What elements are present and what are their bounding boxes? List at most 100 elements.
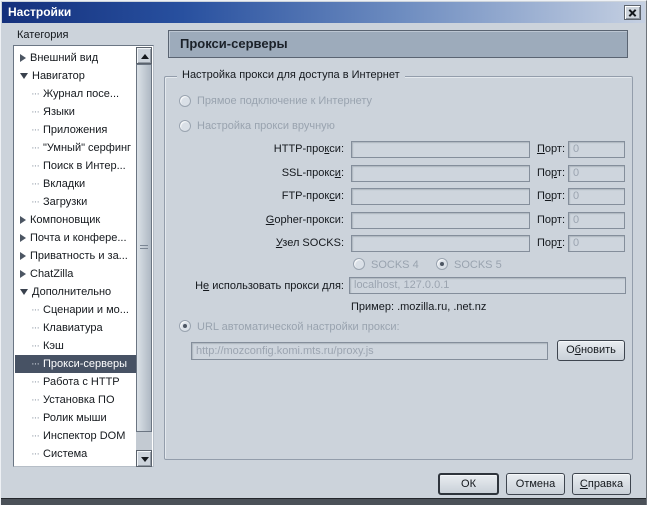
close-icon xyxy=(628,12,637,13)
tree-item[interactable]: Клавиатура xyxy=(15,319,137,337)
scroll-up-button[interactable] xyxy=(136,47,152,64)
tree-item-label: Навигатор xyxy=(32,70,85,82)
twisty-collapsed-icon[interactable] xyxy=(20,270,26,278)
tree-item[interactable]: Вкладки xyxy=(15,175,137,193)
close-button[interactable] xyxy=(624,5,641,20)
category-tree[interactable]: Внешний вид Навигатор Журнал посе... Языки П… xyxy=(13,45,154,467)
scrollbar-thumb[interactable] xyxy=(136,64,152,432)
proxy-field-label: SSL-прокси: xyxy=(164,167,344,179)
port-label: Порт: xyxy=(537,214,569,226)
tree-line xyxy=(31,448,43,460)
twisty-collapsed-icon[interactable] xyxy=(20,54,26,62)
preferences-dialog: Настройки Категория Внешний видНавигатор… xyxy=(0,0,647,505)
tree-scrollbar[interactable] xyxy=(136,47,152,467)
port-input: 0 xyxy=(568,188,625,205)
noproxy-label: Не использовать прокси для: xyxy=(164,280,344,292)
tree-item-label: ChatZilla xyxy=(30,268,73,280)
tree-item[interactable]: Поиск в Интер... xyxy=(15,157,137,175)
tree-item-label: "Умный" серфинг xyxy=(43,142,131,154)
twisty-expanded-icon[interactable] xyxy=(20,289,28,295)
tree-item[interactable]: Ролик мыши xyxy=(15,409,137,427)
tree-item[interactable]: Система xyxy=(15,445,137,463)
tree-item[interactable]: Внешний вид xyxy=(15,49,137,67)
tree-item[interactable]: Журнал посе... xyxy=(15,85,137,103)
scroll-down-button[interactable] xyxy=(136,450,152,467)
tree-item-label: Вкладки xyxy=(43,178,85,190)
window-title: Настройки xyxy=(8,5,71,19)
tree-line xyxy=(31,376,43,388)
title-bar[interactable]: Настройки xyxy=(2,2,645,23)
tree-item-label: Инспектор DOM xyxy=(43,430,125,442)
proxy-host-input xyxy=(351,141,530,158)
auto-url-label: URL автоматической настройки прокси: xyxy=(197,321,400,333)
tree-item-label: Система xyxy=(43,448,87,460)
tree-item[interactable]: Работа с HTTP xyxy=(15,373,137,391)
tree-item-label: Клавиатура xyxy=(43,322,103,334)
tree-item[interactable]: Компоновщик xyxy=(15,211,137,229)
tree-item[interactable]: Приватность и за... xyxy=(15,247,137,265)
proxy-field-label: Узел SOCKS: xyxy=(164,237,344,249)
tree-item[interactable]: Загрузки xyxy=(15,193,137,211)
tree-line xyxy=(31,340,43,352)
direct-connection-radio xyxy=(179,95,191,107)
direct-connection-label: Прямое подключение к Интернету xyxy=(197,95,372,107)
thumb-grip-icon xyxy=(140,245,148,251)
ok-button[interactable]: ОК xyxy=(438,473,499,495)
port-input: 0 xyxy=(568,212,625,229)
tree-item[interactable]: Дополнительно xyxy=(15,283,137,301)
tree-item-label: Установка ПО xyxy=(43,394,115,406)
panel-title: Прокси-серверы xyxy=(180,36,288,51)
help-button[interactable]: Справка xyxy=(572,473,631,495)
twisty-collapsed-icon[interactable] xyxy=(20,216,26,224)
tree-line xyxy=(31,358,43,370)
twisty-collapsed-icon[interactable] xyxy=(20,252,26,260)
port-label: Порт: xyxy=(537,167,569,179)
tree-line xyxy=(31,394,43,406)
example-text: Пример: .mozilla.ru, .net.nz xyxy=(351,301,486,313)
proxy-field-label: Gopher-прокси: xyxy=(164,214,344,226)
window-bottom-edge xyxy=(1,498,646,505)
tree-item-label: Дополнительно xyxy=(32,286,111,298)
tree-line xyxy=(31,412,43,424)
tree-item-label: Приложения xyxy=(43,124,107,136)
tree-item-label: Компоновщик xyxy=(30,214,100,226)
tree-item[interactable]: "Умный" серфинг xyxy=(15,139,137,157)
proxy-host-input xyxy=(351,212,530,229)
proxy-field-label: HTTP-прокси: xyxy=(164,143,344,155)
twisty-collapsed-icon[interactable] xyxy=(20,234,26,242)
tree-item[interactable]: Инспектор DOM xyxy=(15,427,137,445)
tree-line xyxy=(31,142,43,154)
proxy-host-input xyxy=(351,188,530,205)
reload-button[interactable]: Обновить xyxy=(557,340,625,361)
tree-item-label: Ролик мыши xyxy=(43,412,107,424)
tree-item[interactable]: ChatZilla xyxy=(15,265,137,283)
tree-item[interactable]: Навигатор xyxy=(15,67,137,85)
socks4-radio xyxy=(353,258,365,270)
tree-item-label: Поиск в Интер... xyxy=(43,160,126,172)
tree-item[interactable]: Сценарии и мо... xyxy=(15,301,137,319)
tree-item-label: Языки xyxy=(43,106,75,118)
tree-item-label: Сценарии и мо... xyxy=(43,304,129,316)
tree-item-label: Внешний вид xyxy=(30,52,98,64)
tree-item[interactable]: Кэш xyxy=(15,337,137,355)
manual-proxy-label: Настройка прокси вручную xyxy=(197,120,335,132)
noproxy-input: localhost, 127.0.0.1 xyxy=(349,277,626,294)
manual-proxy-radio xyxy=(179,120,191,132)
proxy-host-input xyxy=(351,235,530,252)
port-input: 0 xyxy=(568,165,625,182)
tree-item[interactable]: Языки xyxy=(15,103,137,121)
twisty-expanded-icon[interactable] xyxy=(20,73,28,79)
tree-item-label: Кэш xyxy=(43,340,64,352)
group-legend: Настройка прокси для доступа в Интернет xyxy=(177,69,405,81)
tree-item[interactable]: Прокси-серверы xyxy=(15,355,137,373)
arrow-up-icon xyxy=(141,54,149,59)
tree-item[interactable]: Почта и конфере... xyxy=(15,229,137,247)
port-label: Порт: xyxy=(537,143,569,155)
tree-item-label: Работа с HTTP xyxy=(43,376,120,388)
proxy-field-label: FTP-прокси: xyxy=(164,190,344,202)
tree-item[interactable]: Приложения xyxy=(15,121,137,139)
port-label: Порт: xyxy=(537,237,569,249)
port-label: Порт: xyxy=(537,190,569,202)
tree-item[interactable]: Установка ПО xyxy=(15,391,137,409)
cancel-button[interactable]: Отмена xyxy=(506,473,565,495)
